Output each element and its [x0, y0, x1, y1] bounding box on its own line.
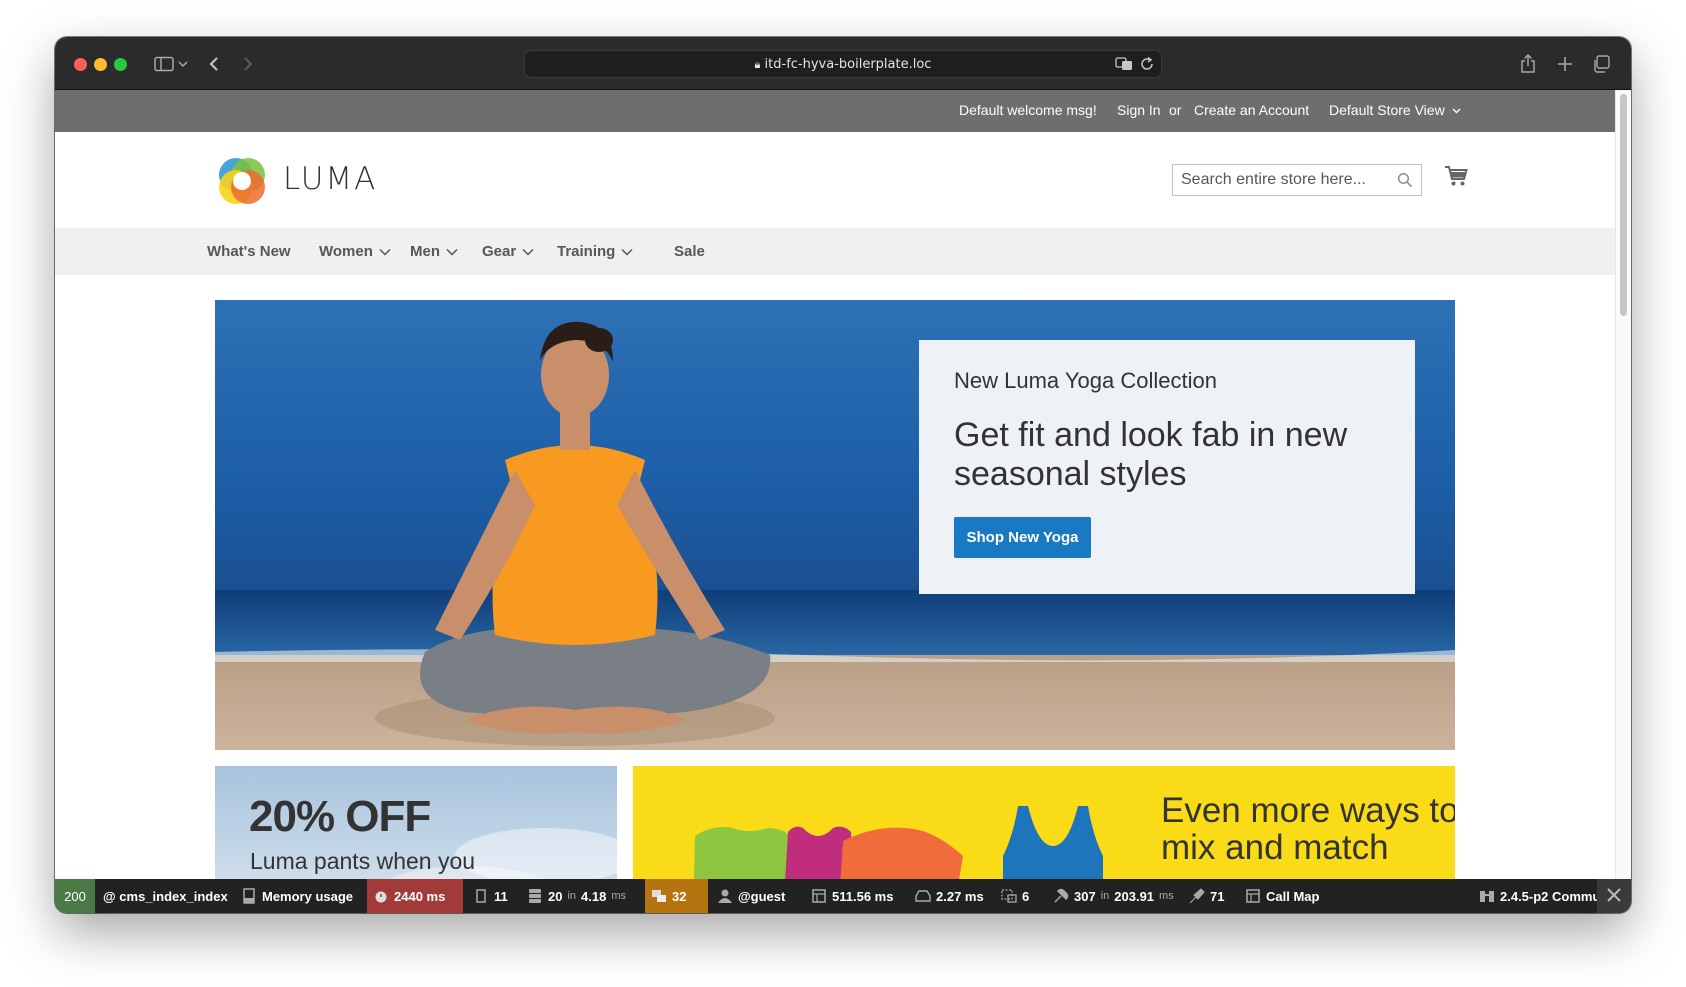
- timer-icon: [373, 888, 389, 904]
- time-item[interactable]: 2440 ms: [367, 879, 463, 913]
- nav-item-men[interactable]: Men: [410, 243, 458, 260]
- shop-new-yoga-button[interactable]: Shop New Yoga: [954, 517, 1091, 558]
- or-text: or: [1169, 102, 1182, 118]
- luma-logo-icon[interactable]: [216, 155, 268, 207]
- lock-icon: 🔒︎: [754, 58, 761, 71]
- luma-logo-text[interactable]: LUMA: [283, 161, 377, 197]
- layout-item[interactable]: 32: [645, 879, 708, 913]
- observers-item[interactable]: 71: [1183, 879, 1230, 913]
- call-map-item[interactable]: Call Map: [1239, 879, 1325, 913]
- tab-overview-icon[interactable]: [1588, 51, 1614, 77]
- share-icon[interactable]: [1515, 51, 1541, 77]
- back-arrow-icon[interactable]: [201, 51, 227, 77]
- template-icon: [811, 888, 827, 904]
- layout-icon: [651, 888, 667, 904]
- chevron-down-icon[interactable]: [175, 51, 191, 77]
- nav-item-women[interactable]: Women: [319, 243, 391, 260]
- nav-item-gear[interactable]: Gear: [482, 243, 534, 260]
- nav-item-training[interactable]: Training: [557, 243, 633, 260]
- browser-window: 🔒︎ itd-fc-hyva-boilerplate.loc Default w…: [55, 37, 1631, 913]
- memory-item[interactable]: Memory usage: [235, 879, 359, 913]
- url-text: itd-fc-hyva-boilerplate.loc: [764, 57, 932, 72]
- cache-item[interactable]: 2.27 ms: [909, 879, 990, 913]
- hero-title: Get fit and look fab in new seasonal sty…: [954, 416, 1348, 493]
- close-window-button[interactable]: [74, 58, 87, 71]
- hero-subtitle: New Luma Yoga Collection: [954, 368, 1217, 393]
- render-item[interactable]: 511.56 ms: [805, 879, 899, 913]
- zoom-window-button[interactable]: [114, 58, 127, 71]
- sidebar-toggle-icon[interactable]: [151, 51, 177, 77]
- web-page: Default welcome msg! Sign In or Create a…: [55, 90, 1615, 913]
- reload-icon[interactable]: [1140, 56, 1154, 76]
- store-top-bar: Default welcome msg! Sign In or Create a…: [55, 90, 1615, 132]
- new-tab-icon[interactable]: [1552, 51, 1578, 77]
- promo-discount: 20% OFF: [249, 792, 431, 841]
- browser-toolbar: 🔒︎ itd-fc-hyva-boilerplate.loc: [55, 37, 1631, 90]
- main-navigation: What's New Women Men Gear Training Sale: [55, 228, 1615, 275]
- events-item[interactable]: 11: [467, 879, 514, 913]
- chevron-down-icon: [621, 248, 633, 256]
- user-item[interactable]: @guest: [711, 879, 791, 913]
- nav-item-sale[interactable]: Sale: [674, 243, 705, 260]
- chevron-down-icon: [1452, 108, 1461, 114]
- search-box[interactable]: [1172, 164, 1422, 196]
- hero-content-card: New Luma Yoga Collection Get fit and loo…: [919, 340, 1415, 594]
- nav-item-whats-new[interactable]: What's New: [207, 243, 291, 260]
- chevron-down-icon: [446, 248, 458, 256]
- sign-in-link[interactable]: Sign In: [1117, 102, 1161, 118]
- blocks-item[interactable]: 6: [995, 879, 1035, 913]
- create-account-link[interactable]: Create an Account: [1194, 102, 1309, 118]
- plugins-item[interactable]: 307 in 203.91 ms: [1047, 879, 1180, 913]
- route-item[interactable]: @ cms_index_index: [97, 879, 234, 913]
- call-map-icon: [1245, 888, 1261, 904]
- forward-arrow-icon[interactable]: [235, 51, 261, 77]
- address-bar[interactable]: 🔒︎ itd-fc-hyva-boilerplate.loc: [524, 50, 1162, 78]
- search-input[interactable]: [1181, 171, 1381, 189]
- observer-icon: [1189, 888, 1205, 904]
- shopping-cart-icon[interactable]: [1444, 165, 1468, 192]
- search-icon[interactable]: [1397, 172, 1413, 193]
- close-icon: [1607, 887, 1621, 905]
- events-icon: [473, 888, 489, 904]
- magento-icon: [1479, 888, 1495, 904]
- blocks-icon: [1001, 888, 1017, 904]
- minimize-window-button[interactable]: [94, 58, 107, 71]
- plugin-icon: [1053, 888, 1069, 904]
- promo-mix-match-text: Even more ways to mix and match: [1161, 791, 1455, 867]
- memory-icon: [241, 888, 257, 904]
- page-scrollbar[interactable]: [1615, 90, 1631, 913]
- chevron-down-icon: [379, 248, 391, 256]
- cache-icon: [915, 888, 931, 904]
- store-header: LUMA: [55, 132, 1615, 228]
- status-badge[interactable]: 200: [55, 879, 95, 913]
- scrollbar-thumb[interactable]: [1620, 94, 1627, 316]
- close-debug-button[interactable]: [1597, 879, 1631, 913]
- chevron-down-icon: [522, 248, 534, 256]
- store-view-switcher[interactable]: Default Store View: [1329, 102, 1461, 118]
- hero-banner[interactable]: New Luma Yoga Collection Get fit and loo…: [215, 300, 1455, 750]
- promo-discount-text: Luma pants when you: [250, 848, 476, 874]
- database-icon: [527, 888, 543, 904]
- user-icon: [717, 888, 733, 904]
- debug-toolbar: 200 @ cms_index_index Memory usage 2440 …: [55, 879, 1631, 913]
- database-item[interactable]: 20 in 4.18 ms: [521, 879, 632, 913]
- welcome-message: Default welcome msg!: [959, 102, 1097, 118]
- translate-icon[interactable]: [1115, 57, 1133, 76]
